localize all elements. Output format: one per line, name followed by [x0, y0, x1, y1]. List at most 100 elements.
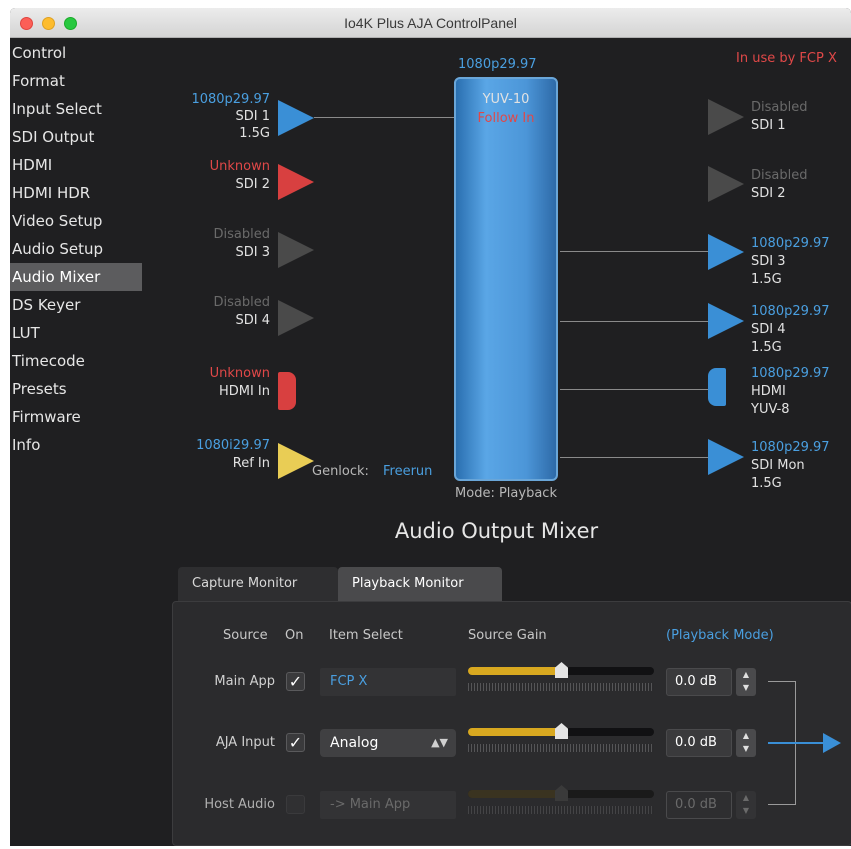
- row-host-audio-source: Host Audio: [204, 797, 275, 812]
- output-sdi1-name: SDI 1: [751, 118, 786, 133]
- sidebar-item-format[interactable]: Format: [10, 67, 142, 95]
- input-sdi1-icon[interactable]: [278, 100, 314, 136]
- row-aja-input-on-checkbox[interactable]: ✓: [286, 733, 305, 752]
- input-ref-format: 1080i29.97: [196, 438, 270, 453]
- row-main-app-gain-slider[interactable]: [468, 662, 654, 678]
- output-sdi3-format: 1080p29.97: [751, 236, 830, 251]
- output-sdi2-name: SDI 2: [751, 186, 786, 201]
- output-hdmi-name: HDMI: [751, 384, 786, 399]
- mix-output-line: [768, 742, 826, 744]
- sidebar-item-input-select[interactable]: Input Select: [10, 95, 142, 123]
- row-aja-input-gain-stepper[interactable]: ▲ ▼: [736, 729, 756, 757]
- core-footer-mode: Mode: Playback: [455, 486, 557, 501]
- sidebar-item-firmware[interactable]: Firmware: [10, 403, 142, 431]
- input-sdi4-icon[interactable]: [278, 300, 314, 336]
- output-sdi4-format: 1080p29.97: [751, 304, 830, 319]
- row-main-app-gain-value[interactable]: 0.0 dB: [666, 668, 732, 696]
- row-main-app-level-meter: [468, 683, 654, 691]
- input-sdi1-rate: 1.5G: [239, 126, 270, 141]
- output-sdimon-format: 1080p29.97: [751, 440, 830, 455]
- main-content: In use by FCP X 1080p29.97 YUV-10 Follow…: [142, 39, 851, 846]
- row-host-audio-step-up: ▲: [742, 793, 750, 802]
- sidebar-item-lut[interactable]: LUT: [10, 319, 142, 347]
- row-host-audio-on-checkbox[interactable]: [286, 795, 305, 814]
- row-host-audio-item: -> Main App: [320, 791, 456, 819]
- header-source: Source: [223, 628, 268, 643]
- title-bar: Io4K Plus AJA ControlPanel: [10, 8, 851, 38]
- row-aja-input-gain-slider[interactable]: [468, 723, 654, 739]
- output-sdi3-icon[interactable]: [708, 234, 744, 270]
- output-sdi3-connection: [560, 251, 708, 252]
- header-source-gain: Source Gain: [468, 628, 547, 643]
- core-format-label: 1080p29.97: [458, 57, 537, 72]
- input-sdi3-name: SDI 3: [235, 245, 271, 260]
- genlock-value: Freerun: [383, 464, 433, 479]
- app-window: Io4K Plus AJA ControlPanel Control Forma…: [10, 8, 851, 846]
- core-colorspace: YUV-10: [482, 92, 530, 107]
- output-hdmi-rate: YUV-8: [751, 402, 790, 417]
- output-hdmi-format: 1080p29.97: [751, 366, 830, 381]
- audio-output-mixer-title: Audio Output Mixer: [394, 519, 599, 543]
- row-main-app-gain-thumb[interactable]: [555, 662, 568, 678]
- row-aja-input-item-value: Analog: [330, 735, 379, 751]
- video-processor-block[interactable]: [454, 77, 558, 481]
- sidebar-item-presets[interactable]: Presets: [10, 375, 142, 403]
- row-aja-input-level-meter: [468, 744, 654, 752]
- output-sdi2-icon[interactable]: [708, 166, 744, 202]
- output-hdmi-icon[interactable]: [708, 368, 726, 406]
- mix-bus-line-3: [768, 804, 795, 805]
- sidebar-item-sdi-output[interactable]: SDI Output: [10, 123, 142, 151]
- row-main-app-gain-fill: [468, 667, 561, 675]
- sidebar-item-audio-mixer[interactable]: Audio Mixer: [10, 263, 142, 291]
- tab-capture-monitor[interactable]: Capture Monitor: [178, 567, 338, 601]
- row-host-audio-gain-slider: [468, 785, 654, 801]
- tab-playback-monitor[interactable]: Playback Monitor: [338, 567, 502, 601]
- output-sdimon-connection: [560, 457, 708, 458]
- output-sdi3-name: SDI 3: [751, 254, 786, 269]
- input-sdi1-connection: [314, 117, 454, 118]
- row-aja-input-gain-fill: [468, 728, 561, 736]
- output-sdi4-rate: 1.5G: [751, 340, 782, 355]
- input-hdmi-format: Unknown: [209, 366, 270, 381]
- row-main-app-on-checkbox[interactable]: ✓: [286, 672, 305, 691]
- sidebar: Control Format Input Select SDI Output H…: [10, 39, 142, 459]
- output-sdi3-rate: 1.5G: [751, 272, 782, 287]
- output-hdmi-connection: [560, 389, 708, 390]
- header-on: On: [285, 628, 304, 643]
- output-sdi1-format: Disabled: [751, 100, 808, 115]
- input-sdi3-format: Disabled: [213, 227, 270, 242]
- input-ref-icon[interactable]: [278, 443, 314, 479]
- sidebar-item-timecode[interactable]: Timecode: [10, 347, 142, 375]
- row-aja-input-gain-value[interactable]: 0.0 dB: [666, 729, 732, 757]
- core-mode: Follow In: [477, 111, 535, 126]
- sidebar-item-info[interactable]: Info: [10, 431, 142, 459]
- sidebar-item-video-setup[interactable]: Video Setup: [10, 207, 142, 235]
- input-sdi1-name: SDI 1: [235, 109, 271, 124]
- in-use-status: In use by FCP X: [736, 51, 837, 66]
- sidebar-item-hdmi-hdr[interactable]: HDMI HDR: [10, 179, 142, 207]
- sidebar-item-audio-setup[interactable]: Audio Setup: [10, 235, 142, 263]
- output-sdi4-icon[interactable]: [708, 303, 744, 339]
- output-sdi1-icon[interactable]: [708, 99, 744, 135]
- input-sdi1-format: 1080p29.97: [191, 92, 270, 107]
- row-aja-input-gain-thumb[interactable]: [555, 723, 568, 739]
- row-aja-input-item-select[interactable]: Analog ▲▼: [320, 729, 456, 757]
- input-sdi3-icon[interactable]: [278, 232, 314, 268]
- output-sdimon-icon[interactable]: [708, 439, 744, 475]
- row-aja-input-step-down[interactable]: ▼: [743, 744, 749, 753]
- row-host-audio-gain-thumb: [555, 785, 568, 801]
- input-sdi2-icon[interactable]: [278, 164, 314, 200]
- row-aja-input-step-up[interactable]: ▲: [743, 731, 749, 740]
- sidebar-item-ds-keyer[interactable]: DS Keyer: [10, 291, 142, 319]
- row-main-app-step-down[interactable]: ▼: [743, 683, 749, 692]
- row-main-app-step-up[interactable]: ▲: [743, 670, 749, 679]
- output-sdi2-format: Disabled: [751, 168, 808, 183]
- input-sdi4-format: Disabled: [213, 295, 270, 310]
- row-host-audio-gain-fill: [468, 790, 561, 798]
- input-hdmi-icon[interactable]: [278, 372, 296, 410]
- sidebar-item-control[interactable]: Control: [10, 39, 142, 67]
- output-sdimon-rate: 1.5G: [751, 476, 782, 491]
- row-main-app-gain-stepper[interactable]: ▲ ▼: [736, 668, 756, 696]
- row-main-app-source: Main App: [214, 674, 275, 689]
- sidebar-item-hdmi[interactable]: HDMI: [10, 151, 142, 179]
